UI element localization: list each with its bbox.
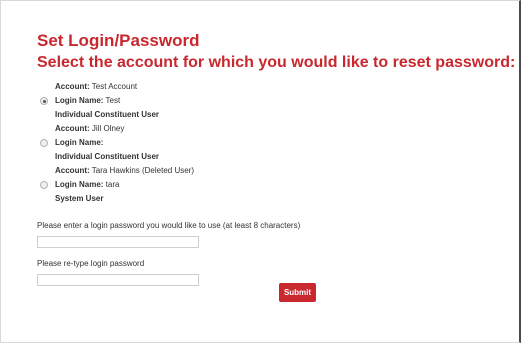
user-type: Individual Constituent User bbox=[55, 152, 160, 161]
account-list: Account: Test Account Login Name: Test I… bbox=[37, 80, 517, 206]
radio-button-jill-olney[interactable] bbox=[40, 139, 48, 147]
account-label: Account: bbox=[55, 82, 90, 91]
login-option-test[interactable]: Login Name: Test bbox=[37, 94, 517, 108]
radio-button-test[interactable] bbox=[40, 97, 48, 105]
login-name-label: Login Name: bbox=[55, 96, 104, 105]
account-name: Jill Olney bbox=[91, 124, 125, 133]
account-line: Account: Test Account bbox=[37, 80, 517, 94]
submit-button[interactable]: Submit bbox=[279, 283, 316, 302]
page-title: Set Login/Password bbox=[37, 31, 200, 50]
account-label: Account: bbox=[55, 124, 90, 133]
login-name-label: Login Name: bbox=[55, 180, 104, 189]
account-name: Tara Hawkins (Deleted User) bbox=[91, 166, 195, 175]
password-label: Please enter a login password you would … bbox=[37, 221, 301, 230]
password-input[interactable] bbox=[37, 236, 199, 248]
user-type: Individual Constituent User bbox=[55, 110, 160, 119]
account-line: Account: Tara Hawkins (Deleted User) bbox=[37, 164, 517, 178]
account-line: Account: Jill Olney bbox=[37, 122, 517, 136]
radio-button-tara[interactable] bbox=[40, 181, 48, 189]
page-frame: Set Login/Password Select the account fo… bbox=[0, 0, 521, 343]
login-option-tara[interactable]: Login Name: tara bbox=[37, 178, 517, 192]
page-subtitle: Select the account for which you would l… bbox=[37, 54, 516, 71]
login-name-label: Login Name: bbox=[55, 138, 104, 147]
login-option-jill-olney[interactable]: Login Name: bbox=[37, 136, 517, 150]
main-content: Set Login/Password Select the account fo… bbox=[37, 31, 517, 286]
account-name: Test Account bbox=[91, 82, 138, 91]
login-name-value: Test bbox=[105, 96, 121, 105]
user-type: System User bbox=[55, 194, 104, 203]
login-name-value: tara bbox=[105, 180, 120, 189]
account-label: Account: bbox=[55, 166, 90, 175]
retype-password-label: Please re-type login password bbox=[37, 259, 145, 268]
retype-password-input[interactable] bbox=[37, 274, 199, 286]
